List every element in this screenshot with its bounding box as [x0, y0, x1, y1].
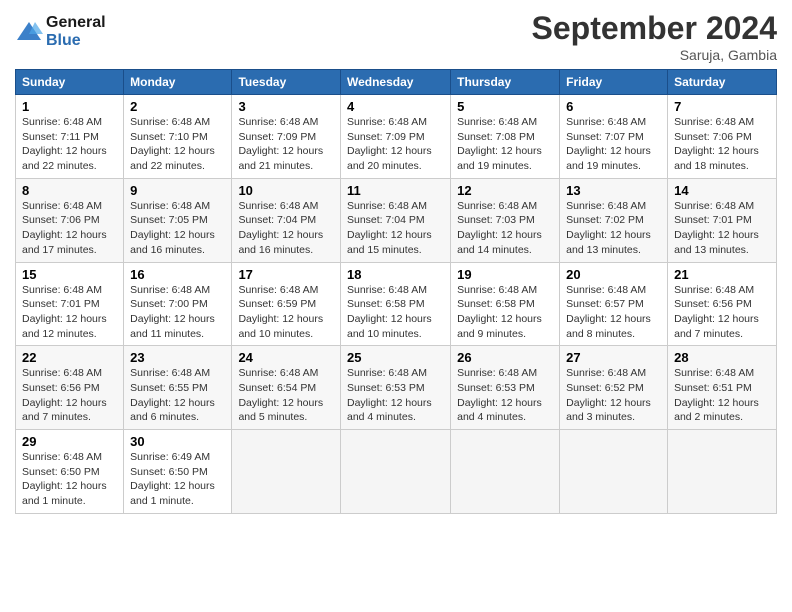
calendar-cell: 4Sunrise: 6:48 AMSunset: 7:09 PMDaylight… — [340, 95, 450, 179]
col-tuesday: Tuesday — [232, 70, 341, 95]
calendar-cell: 22Sunrise: 6:48 AMSunset: 6:56 PMDayligh… — [16, 346, 124, 430]
calendar-cell: 18Sunrise: 6:48 AMSunset: 6:58 PMDayligh… — [340, 262, 450, 346]
col-saturday: Saturday — [668, 70, 777, 95]
calendar-cell: 23Sunrise: 6:48 AMSunset: 6:55 PMDayligh… — [124, 346, 232, 430]
calendar-cell: 3Sunrise: 6:48 AMSunset: 7:09 PMDaylight… — [232, 95, 341, 179]
month-title: September 2024 — [532, 10, 777, 47]
calendar-cell: 15Sunrise: 6:48 AMSunset: 7:01 PMDayligh… — [16, 262, 124, 346]
calendar-cell: 7Sunrise: 6:48 AMSunset: 7:06 PMDaylight… — [668, 95, 777, 179]
calendar-cell: 14Sunrise: 6:48 AMSunset: 7:01 PMDayligh… — [668, 178, 777, 262]
calendar-cell: 12Sunrise: 6:48 AMSunset: 7:03 PMDayligh… — [451, 178, 560, 262]
week-row-1: 1Sunrise: 6:48 AMSunset: 7:11 PMDaylight… — [16, 95, 777, 179]
calendar-cell — [340, 430, 450, 514]
calendar-header-row: Sunday Monday Tuesday Wednesday Thursday… — [16, 70, 777, 95]
calendar-container: General Blue September 2024 Saruja, Gamb… — [0, 0, 792, 524]
calendar-cell — [232, 430, 341, 514]
calendar-table: Sunday Monday Tuesday Wednesday Thursday… — [15, 69, 777, 514]
calendar-cell — [668, 430, 777, 514]
week-row-2: 8Sunrise: 6:48 AMSunset: 7:06 PMDaylight… — [16, 178, 777, 262]
calendar-cell: 20Sunrise: 6:48 AMSunset: 6:57 PMDayligh… — [560, 262, 668, 346]
calendar-cell: 28Sunrise: 6:48 AMSunset: 6:51 PMDayligh… — [668, 346, 777, 430]
calendar-cell: 29Sunrise: 6:48 AMSunset: 6:50 PMDayligh… — [16, 430, 124, 514]
location: Saruja, Gambia — [532, 47, 777, 63]
calendar-cell: 26Sunrise: 6:48 AMSunset: 6:53 PMDayligh… — [451, 346, 560, 430]
col-friday: Friday — [560, 70, 668, 95]
calendar-cell: 10Sunrise: 6:48 AMSunset: 7:04 PMDayligh… — [232, 178, 341, 262]
calendar-cell: 16Sunrise: 6:48 AMSunset: 7:00 PMDayligh… — [124, 262, 232, 346]
calendar-cell: 17Sunrise: 6:48 AMSunset: 6:59 PMDayligh… — [232, 262, 341, 346]
calendar-cell: 27Sunrise: 6:48 AMSunset: 6:52 PMDayligh… — [560, 346, 668, 430]
logo: General Blue — [15, 14, 106, 49]
col-monday: Monday — [124, 70, 232, 95]
calendar-cell: 1Sunrise: 6:48 AMSunset: 7:11 PMDaylight… — [16, 95, 124, 179]
logo-icon — [15, 18, 43, 46]
calendar-cell: 11Sunrise: 6:48 AMSunset: 7:04 PMDayligh… — [340, 178, 450, 262]
calendar-cell — [560, 430, 668, 514]
calendar-cell: 5Sunrise: 6:48 AMSunset: 7:08 PMDaylight… — [451, 95, 560, 179]
calendar-cell — [451, 430, 560, 514]
calendar-cell: 9Sunrise: 6:48 AMSunset: 7:05 PMDaylight… — [124, 178, 232, 262]
calendar-cell: 30Sunrise: 6:49 AMSunset: 6:50 PMDayligh… — [124, 430, 232, 514]
title-block: September 2024 Saruja, Gambia — [532, 10, 777, 63]
logo-text: General Blue — [46, 14, 106, 49]
calendar-cell: 8Sunrise: 6:48 AMSunset: 7:06 PMDaylight… — [16, 178, 124, 262]
calendar-cell: 2Sunrise: 6:48 AMSunset: 7:10 PMDaylight… — [124, 95, 232, 179]
calendar-cell: 6Sunrise: 6:48 AMSunset: 7:07 PMDaylight… — [560, 95, 668, 179]
week-row-5: 29Sunrise: 6:48 AMSunset: 6:50 PMDayligh… — [16, 430, 777, 514]
calendar-cell: 21Sunrise: 6:48 AMSunset: 6:56 PMDayligh… — [668, 262, 777, 346]
col-thursday: Thursday — [451, 70, 560, 95]
header: General Blue September 2024 Saruja, Gamb… — [15, 10, 777, 63]
col-wednesday: Wednesday — [340, 70, 450, 95]
calendar-cell: 13Sunrise: 6:48 AMSunset: 7:02 PMDayligh… — [560, 178, 668, 262]
calendar-cell: 25Sunrise: 6:48 AMSunset: 6:53 PMDayligh… — [340, 346, 450, 430]
week-row-3: 15Sunrise: 6:48 AMSunset: 7:01 PMDayligh… — [16, 262, 777, 346]
col-sunday: Sunday — [16, 70, 124, 95]
week-row-4: 22Sunrise: 6:48 AMSunset: 6:56 PMDayligh… — [16, 346, 777, 430]
calendar-cell: 24Sunrise: 6:48 AMSunset: 6:54 PMDayligh… — [232, 346, 341, 430]
calendar-cell: 19Sunrise: 6:48 AMSunset: 6:58 PMDayligh… — [451, 262, 560, 346]
